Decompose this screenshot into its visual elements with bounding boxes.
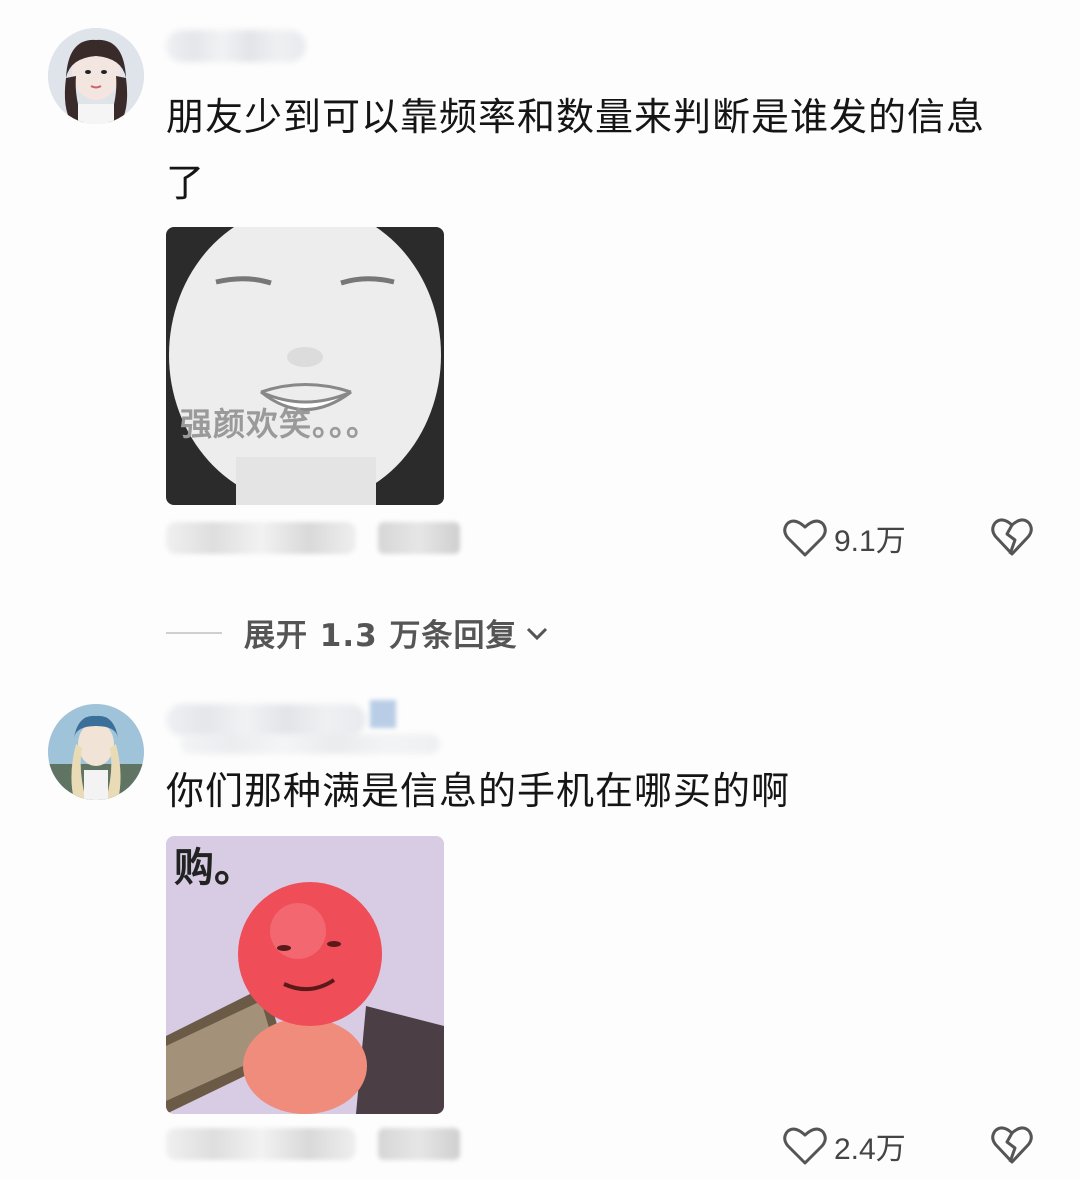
comment-text-line: 朋友少到可以靠频率和数量来判断是谁发的信息 — [166, 95, 986, 139]
avatar[interactable] — [48, 28, 144, 124]
heart-outline-icon — [783, 1127, 827, 1165]
like-button[interactable]: 9.1万 — [782, 516, 906, 560]
comment-text-line: 了 — [166, 161, 206, 205]
smiling-face-sticker — [166, 227, 444, 505]
username-blurred[interactable] — [166, 704, 366, 736]
avatar-image — [48, 28, 144, 124]
heart-outline-icon — [783, 519, 827, 557]
badge-blurred — [370, 700, 396, 728]
like-count: 2.4万 — [834, 1133, 906, 1166]
broken-heart-icon — [991, 518, 1033, 556]
sticker-image[interactable]: 强颜欢笑。。。 — [166, 227, 444, 505]
comment-text-line: 你们那种满是信息的手机在哪买的啊 — [166, 769, 791, 813]
divider — [166, 631, 222, 634]
dislike-button[interactable] — [990, 516, 1034, 562]
broken-heart-icon — [991, 1126, 1033, 1164]
comment-text: 你们那种满是信息的手机在哪买的啊 — [166, 758, 1036, 824]
like-count: 9.1万 — [834, 525, 906, 558]
avatar[interactable] — [48, 704, 144, 800]
sticker-image[interactable]: 购。 — [166, 836, 444, 1114]
username-blurred[interactable] — [166, 30, 306, 62]
sticker-caption: 购。 — [174, 845, 254, 891]
avatar-image — [48, 704, 144, 800]
expand-replies[interactable]: 展开 1.3 万条回复 — [166, 610, 550, 655]
chevron-down-icon — [526, 627, 547, 640]
like-button[interactable]: 2.4万 — [782, 1124, 906, 1168]
user-tag-blurred — [180, 734, 440, 754]
expand-replies-label: 展开 1.3 万条回复 — [244, 618, 518, 654]
dislike-button[interactable] — [990, 1124, 1034, 1170]
comment-text: 朋友少到可以靠频率和数量来判断是谁发的信息 了 — [166, 84, 1036, 216]
sticker-caption: 强颜欢笑。。。 — [180, 405, 380, 443]
